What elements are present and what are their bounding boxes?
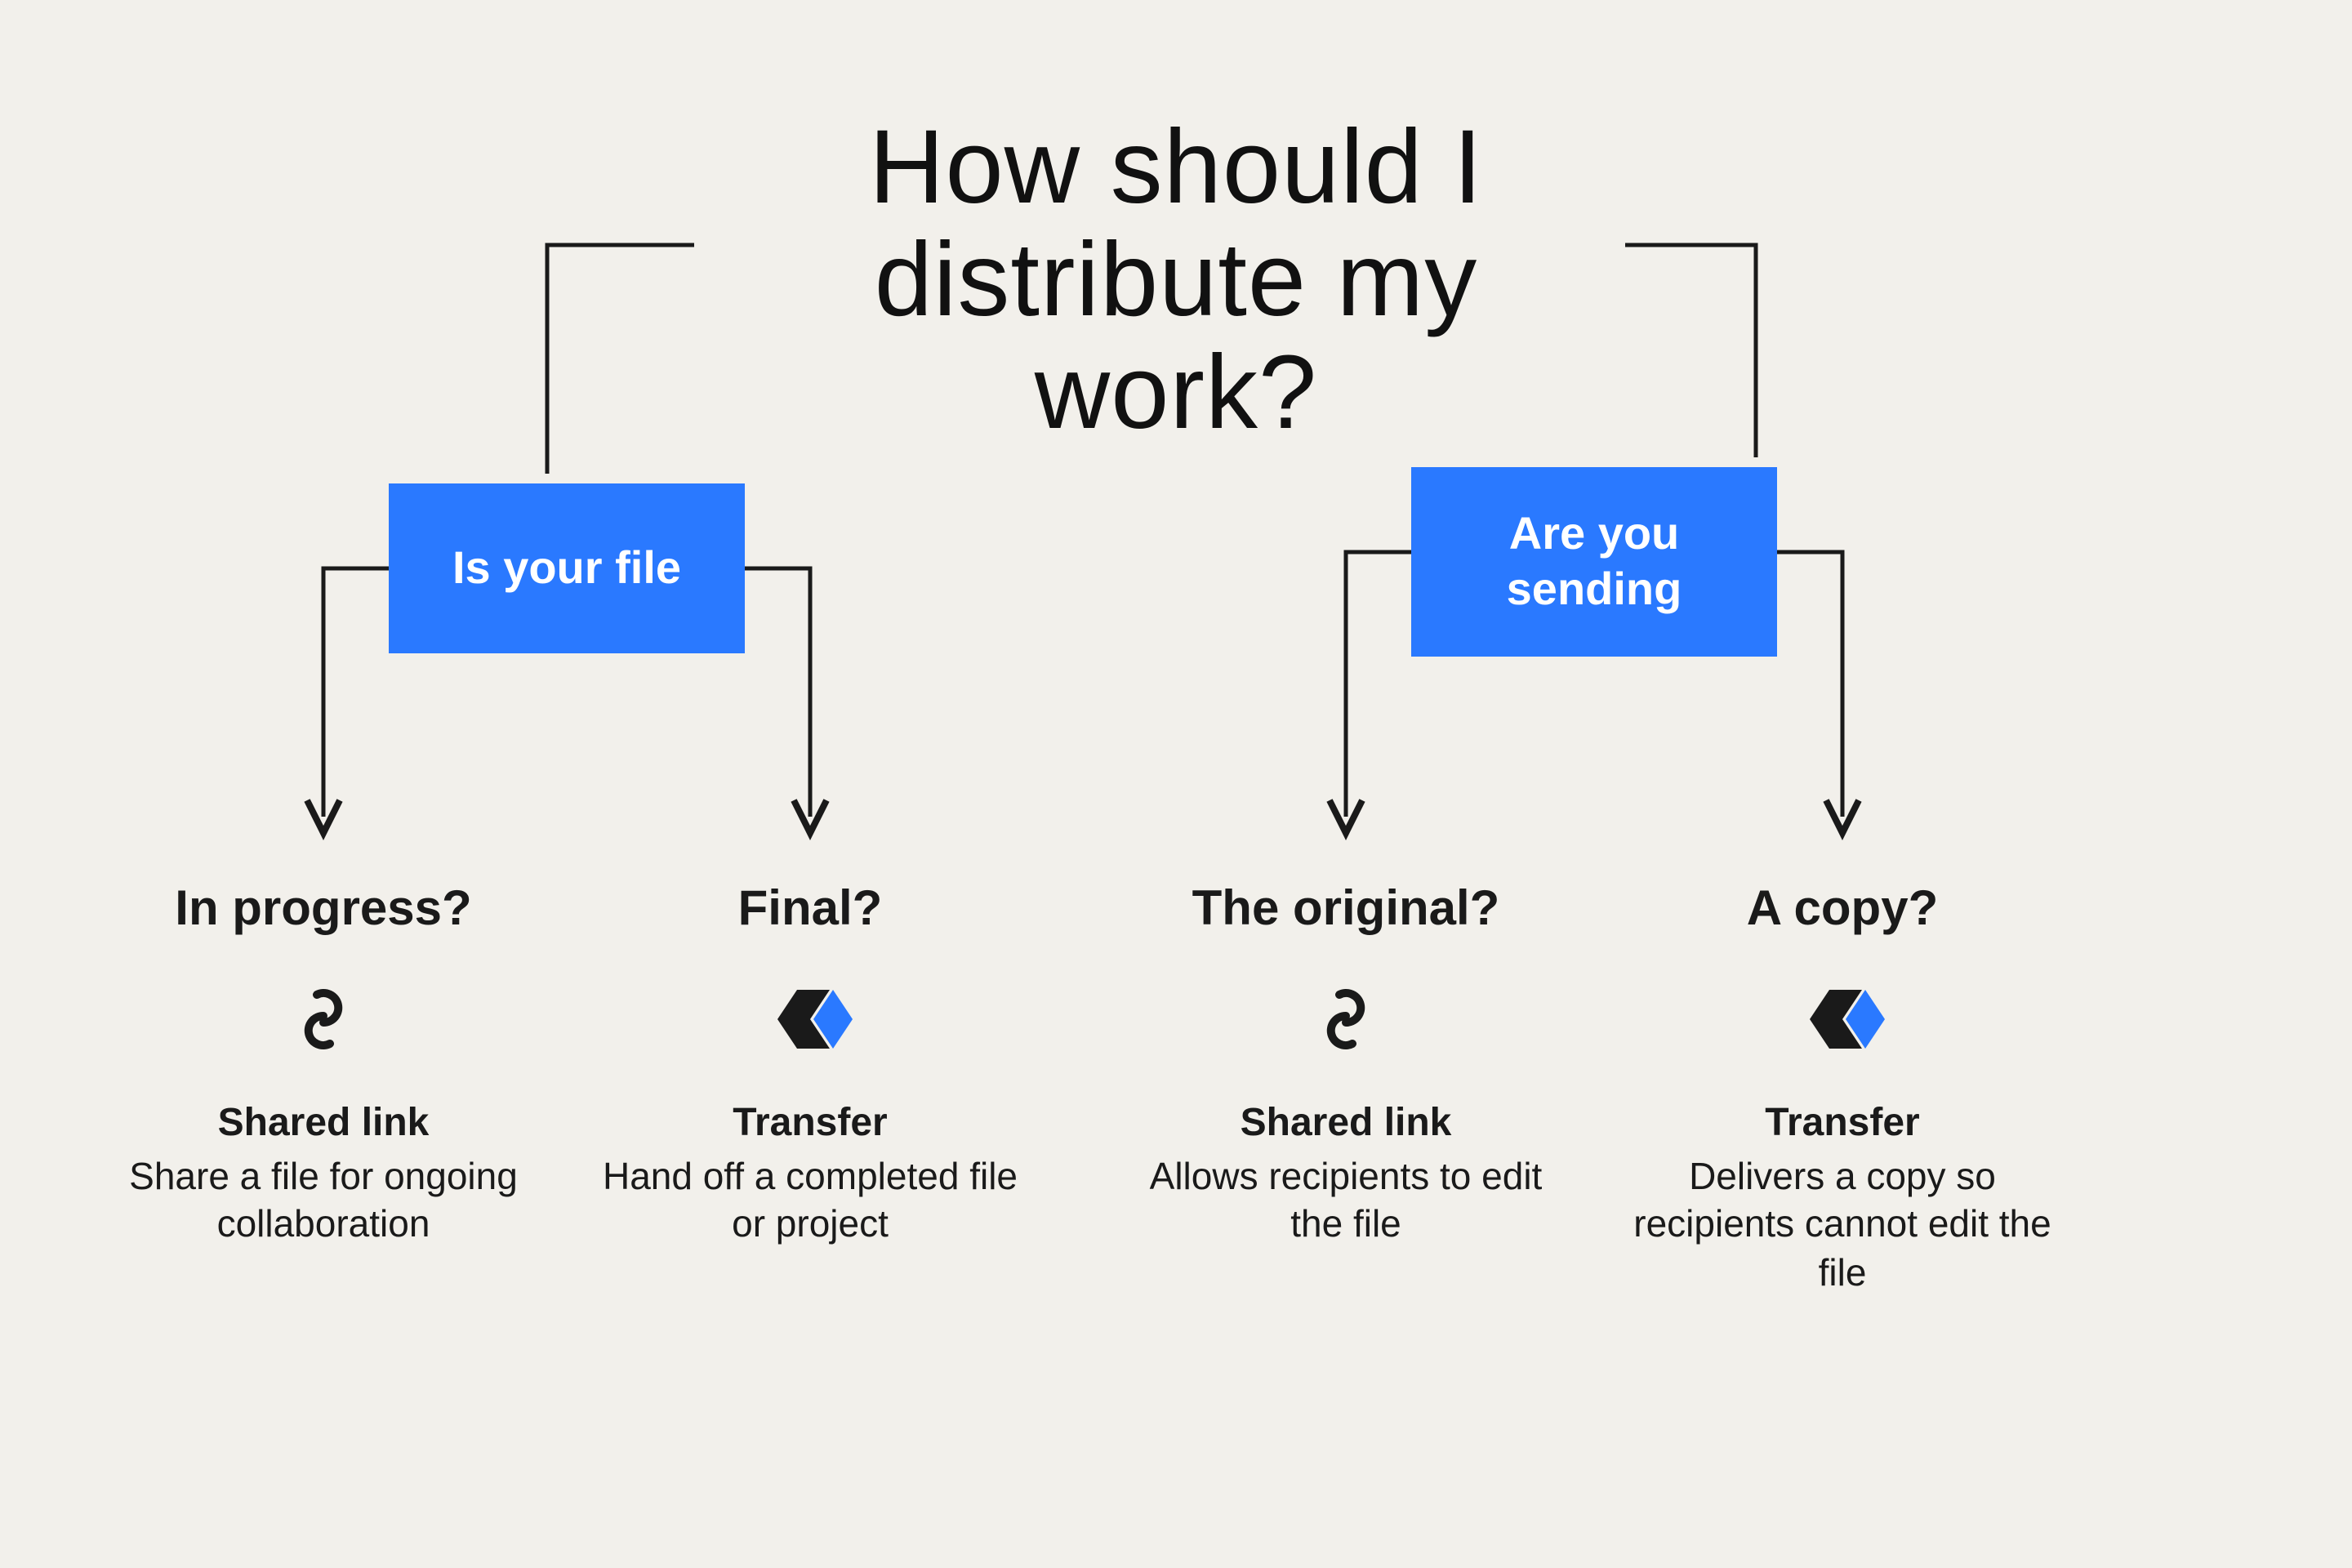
option-result-name: Transfer (1630, 1101, 2055, 1147)
option-result-desc: Allows recipients to edit the file (1134, 1153, 1558, 1250)
option-result-name: Transfer (598, 1101, 1022, 1147)
branch-box-file-status: Is your file (389, 483, 745, 653)
option-result-name: Shared link (111, 1101, 536, 1147)
branch-box-sending-what: Are you sending (1411, 467, 1777, 657)
option-copy: A copy? Transfer Delivers a copy so reci… (1630, 882, 2055, 1298)
option-question: A copy? (1630, 882, 2055, 938)
diagram-title: How should I distribute my work? (0, 111, 2352, 450)
option-question: The original? (1134, 882, 1558, 938)
option-original: The original? Shared link Allows recipie… (1134, 882, 1558, 1250)
option-final: Final? Transfer Hand off a completed fil… (598, 882, 1022, 1250)
option-in-progress: In progress? Shared link Share a file fo… (111, 882, 536, 1250)
option-result-desc: Hand off a completed file or project (598, 1153, 1022, 1250)
option-result-desc: Share a file for ongoing collaboration (111, 1153, 536, 1250)
transfer-icon (598, 973, 1022, 1065)
option-question: In progress? (111, 882, 536, 938)
option-result-name: Shared link (1134, 1101, 1558, 1147)
transfer-icon (1630, 973, 2055, 1065)
option-result-desc: Delivers a copy so recipients cannot edi… (1630, 1153, 2055, 1298)
link-icon (1134, 973, 1558, 1065)
link-icon (111, 973, 536, 1065)
option-question: Final? (598, 882, 1022, 938)
